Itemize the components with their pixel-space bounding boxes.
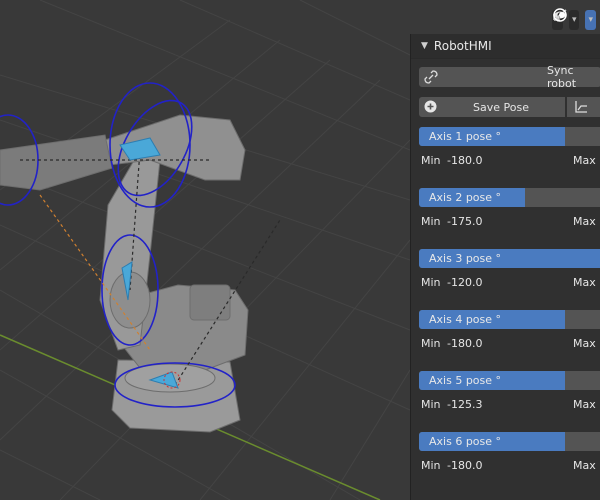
min-label: Min <box>421 154 441 167</box>
slider-label: Axis 3 pose ° <box>429 252 502 265</box>
panel-title: RobotHMI <box>433 39 492 53</box>
sync-row: Sync robot <box>419 64 600 90</box>
chevron-down-icon: ▾ <box>588 15 593 25</box>
max-label: Max <box>573 398 596 411</box>
axis-4-pose-slider[interactable]: Axis 4 pose ° <box>419 310 600 329</box>
axis-5-limits: Min -125.3 Max <box>421 398 600 416</box>
axis-1-pose-slider[interactable]: Axis 1 pose ° <box>419 127 600 146</box>
pose-graph-button[interactable] <box>567 97 600 117</box>
axis-6-limits: Min -180.0 Max <box>421 459 600 477</box>
min-value[interactable]: -125.3 <box>447 398 482 411</box>
axis-3-limits: Min -120.0 Max <box>421 276 600 294</box>
graph-icon <box>575 101 587 113</box>
save-pose-button[interactable]: Save Pose <box>419 97 565 117</box>
max-label: Max <box>573 276 596 289</box>
overlay-toggle[interactable]: ▾ <box>553 8 596 30</box>
chevron-down-icon: ▾ <box>571 15 577 25</box>
blender-window: ▾ ▾ ▾ ▼ RobotHMI Sync robot Save Pose Ax… <box>0 0 600 500</box>
axis-2-pose-slider[interactable]: Axis 2 pose ° <box>419 188 600 207</box>
sync-robot-label: Sync robot <box>547 64 577 90</box>
min-value[interactable]: -120.0 <box>447 276 482 289</box>
sync-robot-button[interactable]: Sync robot <box>419 64 600 90</box>
slider-label: Axis 2 pose ° <box>429 191 502 204</box>
min-value[interactable]: -180.0 <box>447 337 482 350</box>
min-label: Min <box>421 276 441 289</box>
axis-3-pose-slider[interactable]: Axis 3 pose ° <box>419 249 600 268</box>
min-value[interactable]: -180.0 <box>447 154 482 167</box>
axis-5-pose-slider[interactable]: Axis 5 pose ° <box>419 371 600 390</box>
collapse-triangle-icon: ▼ <box>421 41 428 51</box>
max-label: Max <box>573 154 596 167</box>
max-label: Max <box>573 337 596 350</box>
max-label: Max <box>573 215 596 228</box>
axis-6-pose-slider[interactable]: Axis 6 pose ° <box>419 432 600 451</box>
min-label: Min <box>421 215 441 228</box>
min-value[interactable]: -175.0 <box>447 215 482 228</box>
max-label: Max <box>573 459 596 472</box>
axis-2-limits: Min -175.0 Max <box>421 215 600 233</box>
axis-1-limits: Min -180.0 Max <box>421 154 600 172</box>
gizmo-toggle[interactable]: ▾ <box>553 9 580 30</box>
panel-header[interactable]: ▼ RobotHMI <box>411 34 600 59</box>
axis-4-limits: Min -180.0 Max <box>421 337 600 355</box>
slider-label: Axis 4 pose ° <box>429 313 502 326</box>
min-value[interactable]: -180.0 <box>447 459 482 472</box>
save-pose-row: Save Pose <box>419 97 600 117</box>
link-icon <box>424 70 438 84</box>
slider-label: Axis 1 pose ° <box>429 130 502 143</box>
min-label: Min <box>421 459 441 472</box>
slider-label: Axis 5 pose ° <box>429 374 502 387</box>
sidebar-n-panel: ▼ RobotHMI Sync robot Save Pose Axis 1 p… <box>410 34 600 500</box>
add-icon <box>424 100 437 113</box>
overlay-icon <box>553 8 568 22</box>
slider-label: Axis 6 pose ° <box>429 435 502 448</box>
min-label: Min <box>421 398 441 411</box>
save-pose-label: Save Pose <box>473 100 529 114</box>
min-label: Min <box>421 337 441 350</box>
viewport-header: ▾ ▾ ▾ <box>552 8 600 32</box>
